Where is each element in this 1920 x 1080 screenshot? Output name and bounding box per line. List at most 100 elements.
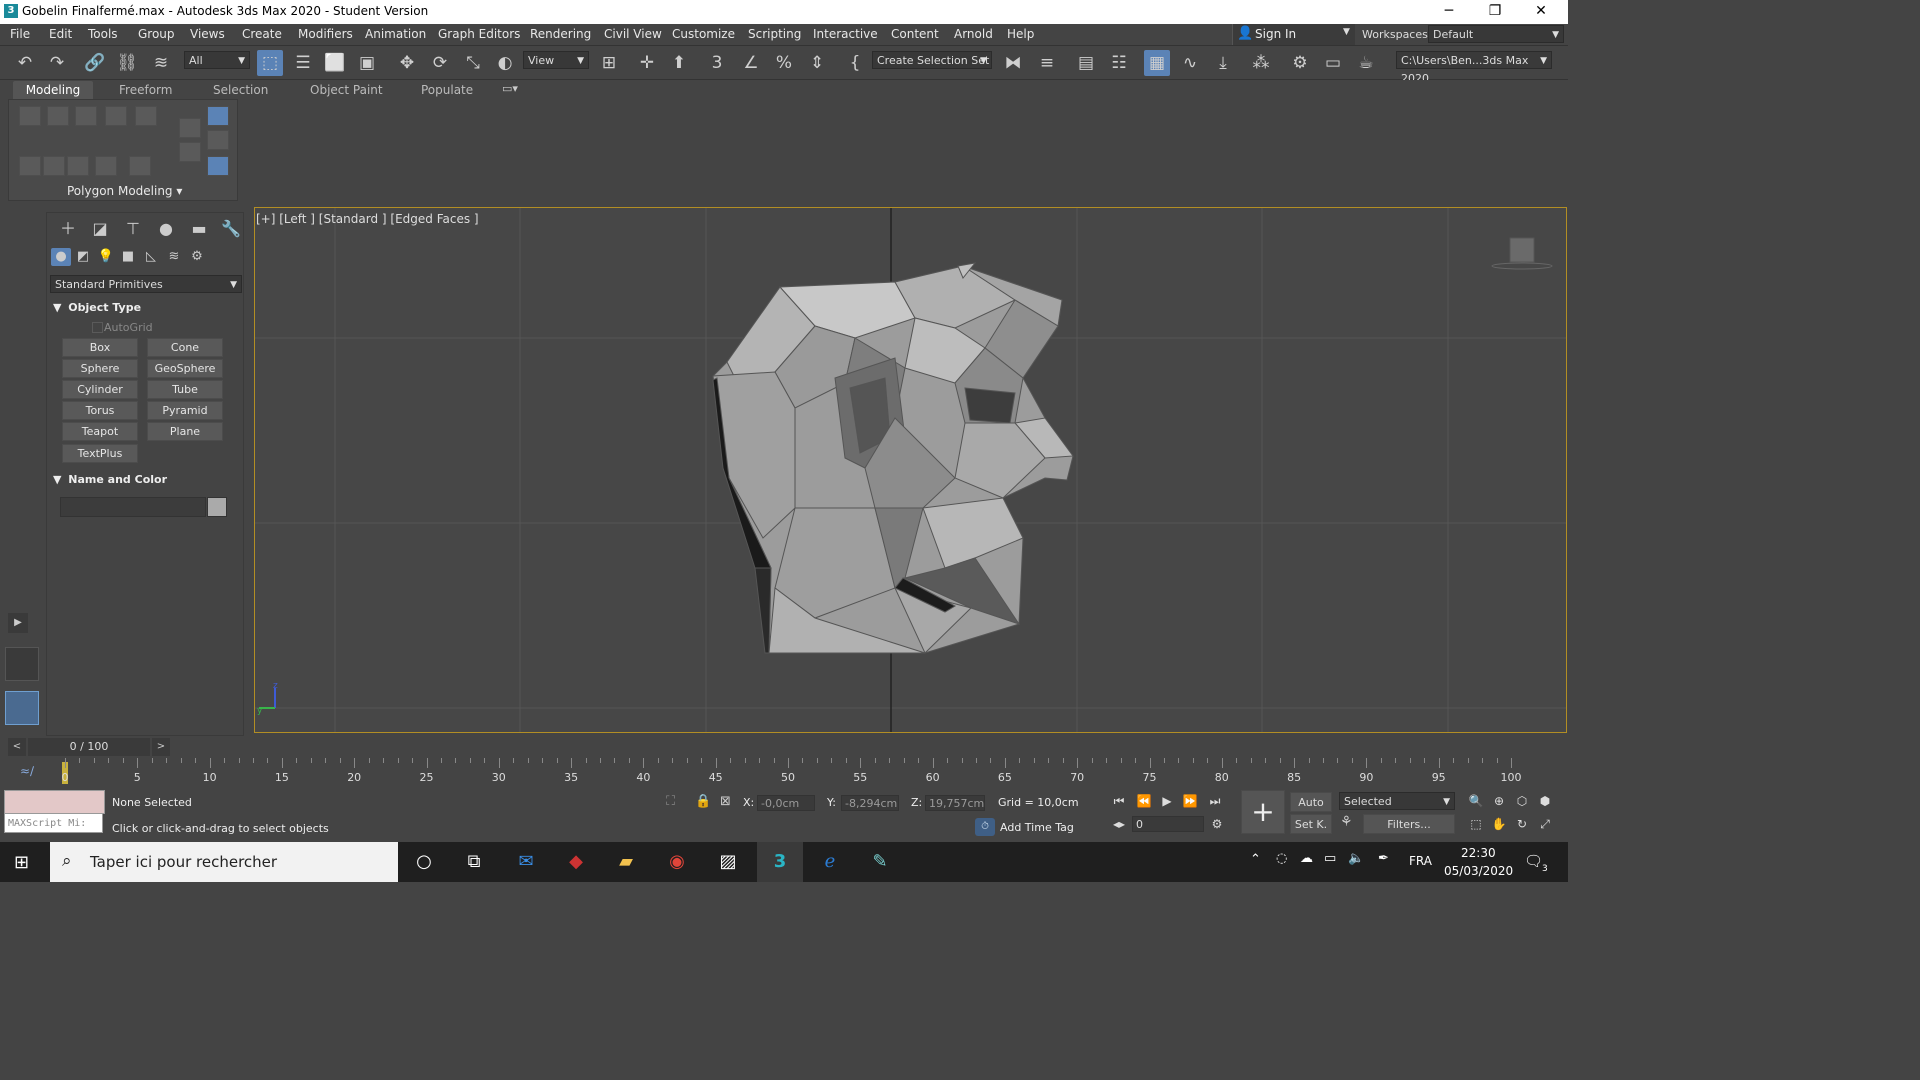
named-selection-set-dropdown[interactable]: Create Selection Set ▼: [872, 51, 992, 69]
maximize-button[interactable]: ❐: [1472, 0, 1518, 24]
curve-editor-toggle-icon[interactable]: ≈∕: [20, 764, 34, 778]
previous-modifier-icon[interactable]: [43, 156, 65, 176]
preserve-uvs-icon[interactable]: [179, 118, 201, 138]
torus-button[interactable]: Torus: [62, 401, 138, 420]
clock-date[interactable]: 05/03/2020: [1444, 864, 1513, 878]
helpers-icon[interactable]: ◺: [141, 248, 161, 266]
use-nurms-icon[interactable]: [207, 130, 229, 150]
menu-rendering[interactable]: Rendering: [530, 27, 591, 41]
cylinder-button[interactable]: Cylinder: [62, 380, 138, 399]
tab-freeform[interactable]: Freeform: [119, 83, 172, 97]
previous-frame-icon[interactable]: <: [8, 738, 26, 756]
file-explorer-icon[interactable]: ▰: [610, 847, 642, 877]
time-slider[interactable]: < 0 / 100 >: [8, 738, 170, 756]
systems-icon[interactable]: ⚙: [187, 248, 207, 266]
onedrive-icon[interactable]: ☁: [1300, 851, 1313, 866]
menu-arnold[interactable]: Arnold: [954, 27, 993, 41]
auto-key-button[interactable]: Auto: [1290, 792, 1332, 812]
link-icon[interactable]: 🔗: [82, 50, 108, 76]
minimize-button[interactable]: ─: [1426, 0, 1472, 24]
edit-named-selection-icon[interactable]: {: [842, 50, 868, 76]
ribbon-options-icon[interactable]: ▭▾: [502, 82, 518, 95]
sphere-button[interactable]: Sphere: [62, 359, 138, 378]
spinner-snap-icon[interactable]: ⇕: [804, 50, 830, 76]
mirror-icon[interactable]: ⧓: [1000, 50, 1026, 76]
object-color-swatch[interactable]: [207, 497, 227, 517]
menu-modifiers[interactable]: Modifiers: [298, 27, 353, 41]
scale-icon[interactable]: ⤡: [460, 50, 486, 76]
show-end-result-icon[interactable]: [129, 156, 151, 176]
menu-file[interactable]: File: [10, 27, 30, 41]
zoom-all-icon[interactable]: ⊕: [1488, 791, 1510, 811]
current-frame-field[interactable]: 0: [1132, 816, 1204, 832]
object-name-field[interactable]: [60, 497, 206, 517]
menu-customize[interactable]: Customize: [672, 27, 735, 41]
move-icon[interactable]: ✥: [394, 50, 420, 76]
pivot-center-icon[interactable]: ⊞: [596, 50, 622, 76]
geometry-icon[interactable]: ●: [51, 248, 71, 266]
menu-tools[interactable]: Tools: [88, 27, 118, 41]
menu-scripting[interactable]: Scripting: [748, 27, 801, 41]
menu-views[interactable]: Views: [190, 27, 225, 41]
motion-tab-icon[interactable]: ●: [154, 218, 178, 240]
render-production-icon[interactable]: ☕: [1353, 50, 1379, 76]
absolute-mode-icon[interactable]: ⊠: [720, 794, 731, 809]
material-editor-icon[interactable]: ⁂: [1248, 50, 1274, 76]
project-folder-dropdown[interactable]: C:\Users\Ben...3ds Max 2020 ▼: [1396, 51, 1552, 85]
sign-in-dropdown[interactable]: 👤 Sign In ▼: [1232, 24, 1355, 45]
use-displacement-icon[interactable]: [207, 156, 229, 176]
taskbar-search[interactable]: ⌕ Taper ici pour rechercher: [50, 842, 398, 882]
orbit-icon[interactable]: ↻: [1511, 814, 1533, 834]
left-viewport[interactable]: z y: [254, 207, 1567, 733]
key-mode-toggle-icon[interactable]: ◂▸: [1108, 814, 1130, 834]
set-key-button[interactable]: Set K.: [1290, 814, 1332, 834]
space-warps-icon[interactable]: ≋: [164, 248, 184, 266]
rotate-icon[interactable]: ⟳: [427, 50, 453, 76]
clock-time[interactable]: 22:30: [1461, 846, 1496, 860]
wifi-icon[interactable]: ◌: [1276, 851, 1287, 866]
3ds-max-taskbar-icon[interactable]: 3: [757, 842, 803, 882]
object-category-dropdown[interactable]: Standard Primitives ▼: [50, 275, 242, 293]
zoom-extents-icon[interactable]: ⬡: [1511, 791, 1533, 811]
menu-help[interactable]: Help: [1007, 27, 1034, 41]
tab-object-paint[interactable]: Object Paint: [310, 83, 383, 97]
bind-space-warp-icon[interactable]: ≋: [148, 50, 174, 76]
time-slider-value[interactable]: 0 / 100: [28, 738, 150, 756]
angle-snap-icon[interactable]: ∠: [738, 50, 764, 76]
selection-filter-dropdown[interactable]: All ▼: [184, 51, 250, 69]
toggle-scene-explorer-icon[interactable]: ▤: [1073, 50, 1099, 76]
layout-four-viewports-icon[interactable]: [5, 647, 39, 681]
zoom-icon[interactable]: 🔍: [1465, 791, 1487, 811]
paint-icon[interactable]: ✎: [864, 847, 896, 877]
display-tab-icon[interactable]: ▬: [187, 218, 211, 240]
workspaces-dropdown[interactable]: Default ▼: [1428, 25, 1564, 43]
edge-icon[interactable]: [47, 106, 69, 126]
select-object-icon[interactable]: ⬚: [257, 50, 283, 76]
keyboard-shortcut-override-icon[interactable]: ⬆: [666, 50, 692, 76]
key-filter-dropdown[interactable]: Selected ▼: [1339, 792, 1455, 810]
ignore-backfacing-icon[interactable]: [207, 106, 229, 126]
language-indicator[interactable]: FRA: [1409, 854, 1432, 868]
geosphere-button[interactable]: GeoSphere: [147, 359, 223, 378]
placement-icon[interactable]: ◐: [492, 50, 518, 76]
zoom-region-icon[interactable]: ⬚: [1465, 814, 1487, 834]
autogrid-checkbox[interactable]: [92, 322, 103, 333]
toggle-layer-explorer-icon[interactable]: ☷: [1106, 50, 1132, 76]
modify-mode-icon[interactable]: [19, 156, 41, 176]
collapse-stack-icon[interactable]: [95, 156, 117, 176]
window-crossing-icon[interactable]: ▣: [354, 50, 380, 76]
redo-icon[interactable]: ↷: [44, 50, 70, 76]
key-filters-icon[interactable]: ⚘: [1340, 814, 1353, 830]
align-icon[interactable]: ≡: [1034, 50, 1060, 76]
game-app-icon[interactable]: ◆: [560, 847, 592, 877]
next-key-icon[interactable]: ⏩: [1179, 791, 1201, 811]
shapes-icon[interactable]: ◩: [73, 248, 93, 266]
windows-start-icon[interactable]: ⊞: [14, 852, 29, 873]
filters-button[interactable]: Filters...: [1363, 814, 1455, 834]
menu-group[interactable]: Group: [138, 27, 175, 41]
element-icon[interactable]: [135, 106, 157, 126]
rendered-frame-window-icon[interactable]: ▭: [1320, 50, 1346, 76]
polygon-icon[interactable]: [105, 106, 127, 126]
menu-create[interactable]: Create: [242, 27, 282, 41]
battery-icon[interactable]: ▭: [1324, 851, 1336, 866]
